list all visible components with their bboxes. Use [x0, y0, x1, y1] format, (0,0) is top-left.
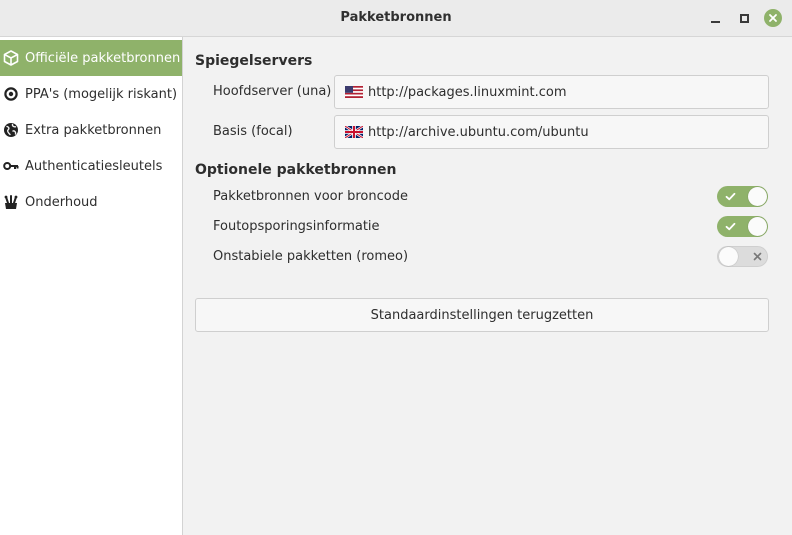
close-icon: [769, 14, 777, 22]
globe-icon: [3, 122, 19, 138]
maximize-icon: [739, 13, 749, 23]
toggle-knob: [748, 187, 767, 206]
window-title: Pakketbronnen: [340, 10, 452, 25]
base-mirror-url: http://archive.ubuntu.com/ubuntu: [368, 124, 589, 140]
optional-item-label: Pakketbronnen voor broncode: [213, 189, 408, 204]
sidebar-item-official[interactable]: Officiële pakketbronnen: [0, 40, 182, 76]
unstable-packages-toggle[interactable]: [717, 246, 768, 267]
main-mirror-url: http://packages.linuxmint.com: [368, 84, 567, 100]
title-bar: Pakketbronnen: [0, 0, 792, 37]
us-flag-icon: [345, 86, 363, 98]
sidebar-item-extra[interactable]: Extra pakketbronnen: [0, 112, 182, 148]
optional-section-title: Optionele pakketbronnen: [195, 162, 397, 178]
uk-flag-icon: [345, 126, 363, 138]
maintenance-icon: [3, 194, 19, 210]
optional-item-label: Onstabiele pakketten (romeo): [213, 249, 409, 264]
close-button[interactable]: [764, 9, 782, 27]
main-panel: Spiegelservers Hoofdserver (una) http://…: [183, 37, 792, 535]
sidebar-item-label: Onderhoud: [25, 194, 98, 210]
optional-item-label: Foutopsporingsinformatie: [213, 219, 380, 234]
debug-info-toggle[interactable]: [717, 216, 768, 237]
key-icon: [3, 158, 19, 174]
main-mirror-button[interactable]: http://packages.linuxmint.com: [334, 75, 769, 109]
package-icon: [3, 50, 19, 66]
sidebar-item-label: Authenticatiesleutels: [25, 158, 163, 174]
source-code-toggle[interactable]: [717, 186, 768, 207]
toggle-knob: [748, 217, 767, 236]
main-mirror-label: Hoofdserver (una): [213, 84, 332, 99]
base-mirror-label: Basis (focal): [213, 124, 293, 139]
restore-defaults-button[interactable]: Standaardinstellingen terugzetten: [195, 298, 769, 332]
minimize-button[interactable]: [706, 9, 724, 27]
mirrors-section-title: Spiegelservers: [195, 53, 313, 69]
check-icon: [725, 222, 736, 231]
software-sources-window: Pakketbronnen Officiële pakketbronnen PP…: [0, 0, 792, 535]
toggle-knob: [719, 247, 738, 266]
sidebar-item-maintenance[interactable]: Onderhoud: [0, 184, 182, 220]
sidebar-item-label: PPA's (mogelijk riskant): [25, 86, 178, 102]
minimize-icon: [710, 20, 720, 23]
sidebar-item-keys[interactable]: Authenticatiesleutels: [0, 148, 182, 184]
cross-icon: [753, 252, 762, 261]
base-mirror-button[interactable]: http://archive.ubuntu.com/ubuntu: [334, 115, 769, 149]
sidebar-item-ppa[interactable]: PPA's (mogelijk riskant): [0, 76, 182, 112]
ppa-target-icon: [3, 86, 19, 102]
sidebar-item-label: Officiële pakketbronnen: [25, 50, 181, 66]
check-icon: [725, 192, 736, 201]
sidebar: Officiële pakketbronnen PPA's (mogelijk …: [0, 37, 183, 535]
maximize-button[interactable]: [735, 9, 753, 27]
sidebar-item-label: Extra pakketbronnen: [25, 122, 162, 138]
